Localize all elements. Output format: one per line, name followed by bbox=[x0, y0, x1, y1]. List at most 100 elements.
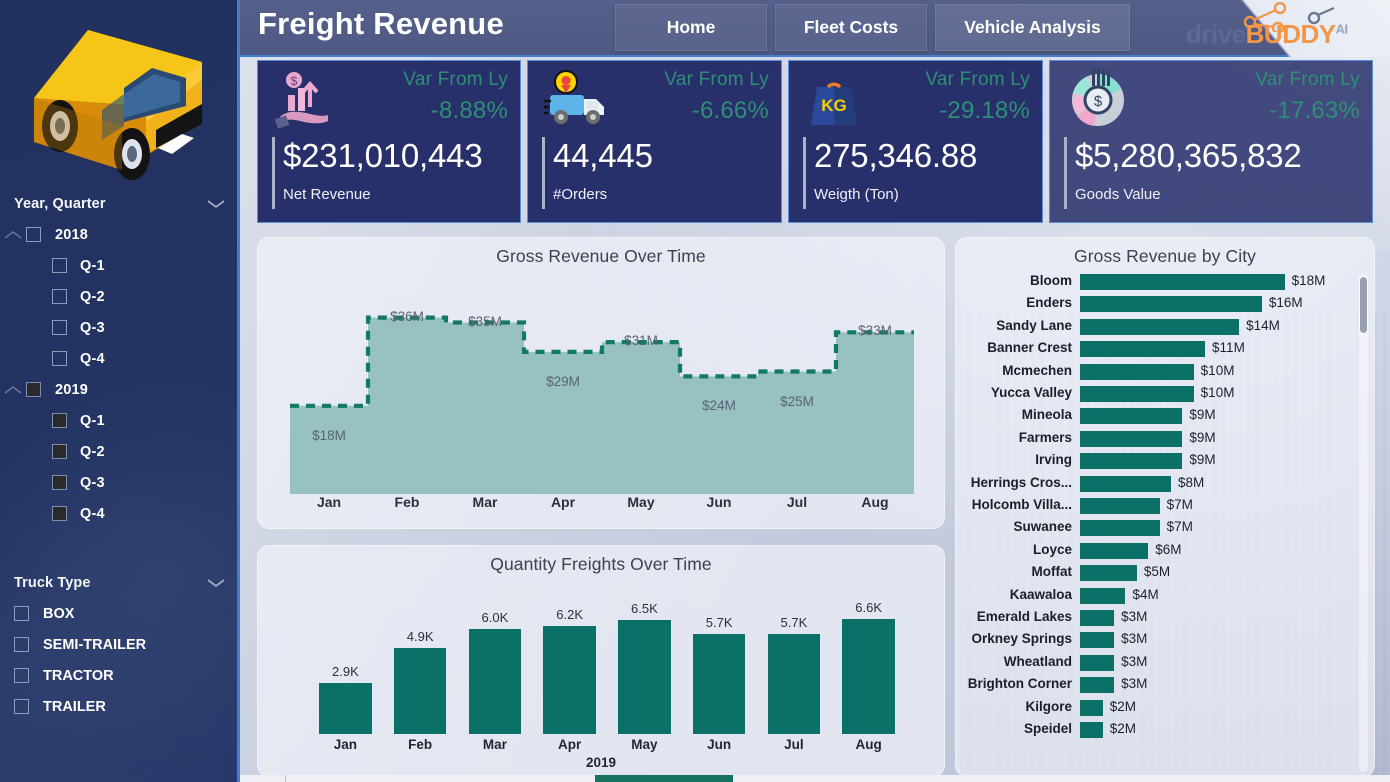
slicer-item-box[interactable]: BOX bbox=[0, 598, 240, 629]
slicer-item-semi-trailer[interactable]: SEMI-TRAILER bbox=[0, 629, 240, 660]
chevron-up-icon[interactable] bbox=[0, 230, 26, 240]
city-bar[interactable] bbox=[1080, 655, 1114, 671]
kpi-card-goods-value[interactable]: $ Var From Ly -17.63% $5,280,365,832 Goo… bbox=[1049, 60, 1373, 223]
checkbox[interactable] bbox=[52, 475, 67, 490]
bar[interactable] bbox=[842, 619, 894, 735]
city-row[interactable]: Farmers$9M bbox=[956, 428, 1375, 450]
slicer-item-q-3[interactable]: Q-3 bbox=[0, 467, 240, 498]
checkbox[interactable] bbox=[14, 606, 29, 621]
city-row[interactable]: Yucca Valley$10M bbox=[956, 383, 1375, 405]
city-bar[interactable] bbox=[1080, 431, 1182, 447]
checkbox[interactable] bbox=[52, 351, 67, 366]
city-bar[interactable] bbox=[1080, 722, 1103, 738]
city-row[interactable]: Moffat$5M bbox=[956, 562, 1375, 584]
chevron-down-icon[interactable] bbox=[206, 198, 226, 210]
nav-tab-home[interactable]: Home bbox=[615, 4, 767, 51]
city-bar[interactable] bbox=[1080, 476, 1171, 492]
city-bar[interactable] bbox=[1080, 274, 1285, 290]
city-row[interactable]: Irving$9M bbox=[956, 450, 1375, 472]
slicer-item-q-3[interactable]: Q-3 bbox=[0, 312, 240, 343]
city-row[interactable]: Enders$16M bbox=[956, 293, 1375, 315]
slicer-year-quarter-header[interactable]: Year, Quarter bbox=[0, 196, 240, 212]
city-bar[interactable] bbox=[1080, 408, 1182, 424]
bar[interactable] bbox=[618, 620, 670, 734]
slicer-truck-type-header[interactable]: Truck Type bbox=[0, 575, 240, 591]
city-row[interactable]: Herrings Cros...$8M bbox=[956, 473, 1375, 495]
kpi-card-orders[interactable]: Var From Ly -6.66% 44,445 #Orders bbox=[527, 60, 782, 223]
slicer-item-q-1[interactable]: Q-1 bbox=[0, 405, 240, 436]
city-row[interactable]: Suwanee$7M bbox=[956, 517, 1375, 539]
checkbox[interactable] bbox=[14, 637, 29, 652]
city-row[interactable]: Speidel$2M bbox=[956, 719, 1375, 741]
horizontal-bar-chart-city[interactable]: Bloom$18MEnders$16MSandy Lane$14MBanner … bbox=[956, 271, 1375, 776]
city-bar[interactable] bbox=[1080, 677, 1114, 693]
checkbox[interactable] bbox=[52, 444, 67, 459]
slicer-item-q-4[interactable]: Q-4 bbox=[0, 498, 240, 529]
chevron-down-icon[interactable] bbox=[206, 577, 226, 589]
checkbox[interactable] bbox=[14, 699, 29, 714]
checkbox[interactable] bbox=[26, 382, 41, 397]
city-row[interactable]: Mcmechen$10M bbox=[956, 361, 1375, 383]
city-bar[interactable] bbox=[1080, 520, 1160, 536]
x-axis-tick-label: Mar bbox=[483, 737, 507, 752]
checkbox[interactable] bbox=[52, 413, 67, 428]
city-row[interactable]: Loyce$6M bbox=[956, 540, 1375, 562]
checkbox[interactable] bbox=[14, 668, 29, 683]
bar[interactable] bbox=[693, 634, 745, 734]
city-bar[interactable] bbox=[1080, 498, 1160, 514]
bar[interactable] bbox=[768, 634, 820, 734]
city-chart-scrollbar-thumb[interactable] bbox=[1359, 276, 1368, 334]
city-bar[interactable] bbox=[1080, 386, 1194, 402]
slicer-item-trailer[interactable]: TRAILER bbox=[0, 691, 240, 722]
slicer-item-tractor[interactable]: TRACTOR bbox=[0, 660, 240, 691]
nav-tab-fleet-costs[interactable]: Fleet Costs bbox=[775, 4, 927, 51]
city-bar[interactable] bbox=[1080, 565, 1137, 581]
city-bar[interactable] bbox=[1080, 364, 1194, 380]
city-row[interactable]: Kaawaloa$4M bbox=[956, 585, 1375, 607]
city-row[interactable]: Kilgore$2M bbox=[956, 697, 1375, 719]
checkbox[interactable] bbox=[26, 227, 41, 242]
step-area-chart[interactable]: $18M$36M$35M$29M$31M$24M$25M$33MJanFebMa… bbox=[258, 270, 945, 529]
city-row[interactable]: Banner Crest$11M bbox=[956, 338, 1375, 360]
city-bar[interactable] bbox=[1080, 588, 1125, 604]
city-bar[interactable] bbox=[1080, 296, 1262, 312]
city-row[interactable]: Holcomb Villa...$7M bbox=[956, 495, 1375, 517]
city-bar[interactable] bbox=[1080, 319, 1239, 335]
city-row[interactable]: Brighton Corner$3M bbox=[956, 674, 1375, 696]
city-chart-scrollbar-track[interactable] bbox=[1359, 274, 1368, 772]
slicer-item-q-2[interactable]: Q-2 bbox=[0, 281, 240, 312]
x-axis-tick-label: May bbox=[627, 494, 654, 510]
checkbox[interactable] bbox=[52, 289, 67, 304]
page-scrollbar-track[interactable] bbox=[240, 775, 1390, 782]
city-row[interactable]: Sandy Lane$14M bbox=[956, 316, 1375, 338]
chevron-up-icon[interactable] bbox=[0, 385, 26, 395]
bar[interactable] bbox=[319, 683, 371, 734]
column-chart-quantity[interactable]: 2.9KJan4.9KFeb6.0KMar6.2KApr6.5KMay5.7KJ… bbox=[258, 576, 945, 777]
slicer-item-q-4[interactable]: Q-4 bbox=[0, 343, 240, 374]
city-bar[interactable] bbox=[1080, 632, 1114, 648]
page-scrollbar-thumb[interactable] bbox=[595, 775, 733, 782]
checkbox[interactable] bbox=[52, 320, 67, 335]
kpi-card-net-revenue[interactable]: $ Var From Ly -8.88% $231,010,443 Net Re… bbox=[257, 60, 521, 223]
city-row[interactable]: Bloom$18M bbox=[956, 271, 1375, 293]
city-bar[interactable] bbox=[1080, 610, 1114, 626]
slicer-item-2018[interactable]: 2018 bbox=[0, 219, 240, 250]
bar[interactable] bbox=[543, 626, 595, 735]
slicer-item-q-1[interactable]: Q-1 bbox=[0, 250, 240, 281]
city-bar[interactable] bbox=[1080, 453, 1182, 469]
slicer-item-q-2[interactable]: Q-2 bbox=[0, 436, 240, 467]
checkbox[interactable] bbox=[52, 258, 67, 273]
kpi-card-weight[interactable]: KG Var From Ly -29.18% 275,346.88 Weigth… bbox=[788, 60, 1043, 223]
checkbox[interactable] bbox=[52, 506, 67, 521]
city-row[interactable]: Emerald Lakes$3M bbox=[956, 607, 1375, 629]
city-row[interactable]: Orkney Springs$3M bbox=[956, 629, 1375, 651]
city-bar[interactable] bbox=[1080, 341, 1205, 357]
city-bar[interactable] bbox=[1080, 543, 1148, 559]
city-bar[interactable] bbox=[1080, 700, 1103, 716]
city-row[interactable]: Wheatland$3M bbox=[956, 652, 1375, 674]
slicer-item-2019[interactable]: 2019 bbox=[0, 374, 240, 405]
bar[interactable] bbox=[394, 648, 446, 734]
city-row[interactable]: Mineola$9M bbox=[956, 405, 1375, 427]
nav-tab-vehicle-analysis[interactable]: Vehicle Analysis bbox=[935, 4, 1130, 51]
bar[interactable] bbox=[469, 629, 521, 734]
